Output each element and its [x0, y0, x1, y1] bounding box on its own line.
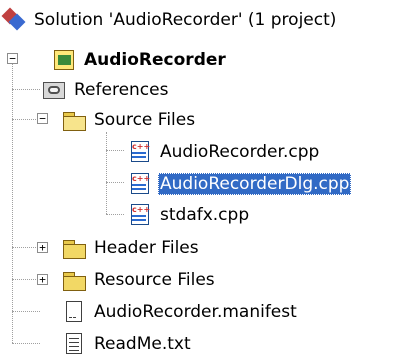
- tree-node-source-files[interactable]: Source Files: [62, 103, 197, 136]
- tree-node-manifest[interactable]: AudioRecorder.manifest: [62, 295, 299, 328]
- tree-line: [12, 343, 40, 344]
- file-label-selected: AudioRecorderDlg.cpp: [158, 172, 352, 195]
- cpp-file-icon: c++: [128, 203, 152, 227]
- file-label: stdafx.cpp: [160, 204, 250, 225]
- expand-header-files-toggle[interactable]: +: [37, 242, 48, 253]
- file-label: AudioRecorder.cpp: [160, 141, 320, 162]
- tree-node-stdafx-cpp[interactable]: c++ stdafx.cpp: [128, 198, 251, 231]
- solution-explorer-tree: Solution 'AudioRecorder' (1 project) − A…: [0, 0, 395, 354]
- header-files-label: Header Files: [94, 237, 199, 258]
- manifest-file-icon: [62, 300, 86, 324]
- solution-icon: [1, 7, 26, 32]
- tree-line: [12, 279, 40, 280]
- solution-label: Solution 'AudioRecorder' (1 project): [34, 9, 337, 30]
- collapse-project-toggle[interactable]: −: [7, 53, 18, 64]
- references-icon: [42, 78, 66, 102]
- tree-line: [12, 119, 40, 120]
- tree-node-solution[interactable]: Solution 'AudioRecorder' (1 project): [1, 3, 338, 36]
- tree-node-project[interactable]: AudioRecorder: [52, 43, 228, 76]
- readme-label: ReadMe.txt: [94, 333, 191, 354]
- collapse-source-files-toggle[interactable]: −: [37, 113, 48, 124]
- cpp-file-icon: c++: [128, 140, 152, 164]
- folder-icon: [62, 268, 86, 292]
- project-icon: [52, 48, 76, 72]
- tree-line: [106, 132, 107, 214]
- tree-node-references[interactable]: References: [42, 73, 170, 106]
- folder-icon: [62, 236, 86, 260]
- tree-node-header-files[interactable]: Header Files: [62, 231, 201, 264]
- project-label: AudioRecorder: [84, 49, 226, 70]
- tree-node-audiorecorder-cpp[interactable]: c++ AudioRecorder.cpp: [128, 135, 321, 168]
- cpp-file-icon: c++: [128, 172, 152, 196]
- tree-node-resource-files[interactable]: Resource Files: [62, 263, 217, 296]
- tree-line: [12, 247, 40, 248]
- tree-line: [106, 150, 124, 151]
- folder-open-icon: [62, 108, 86, 132]
- source-files-label: Source Files: [94, 109, 196, 130]
- expand-resource-files-toggle[interactable]: +: [37, 274, 48, 285]
- tree-node-readme[interactable]: ReadMe.txt: [62, 327, 193, 360]
- tree-line: [12, 311, 40, 312]
- tree-line: [106, 214, 124, 215]
- resource-files-label: Resource Files: [94, 269, 215, 290]
- references-label: References: [74, 79, 169, 100]
- tree-line: [12, 89, 40, 90]
- tree-line: [106, 182, 124, 183]
- tree-line: [12, 62, 13, 343]
- text-file-icon: [62, 332, 86, 356]
- tree-node-audiorecorderdlg-cpp[interactable]: c++ AudioRecorderDlg.cpp: [128, 167, 352, 200]
- manifest-label: AudioRecorder.manifest: [94, 301, 297, 322]
